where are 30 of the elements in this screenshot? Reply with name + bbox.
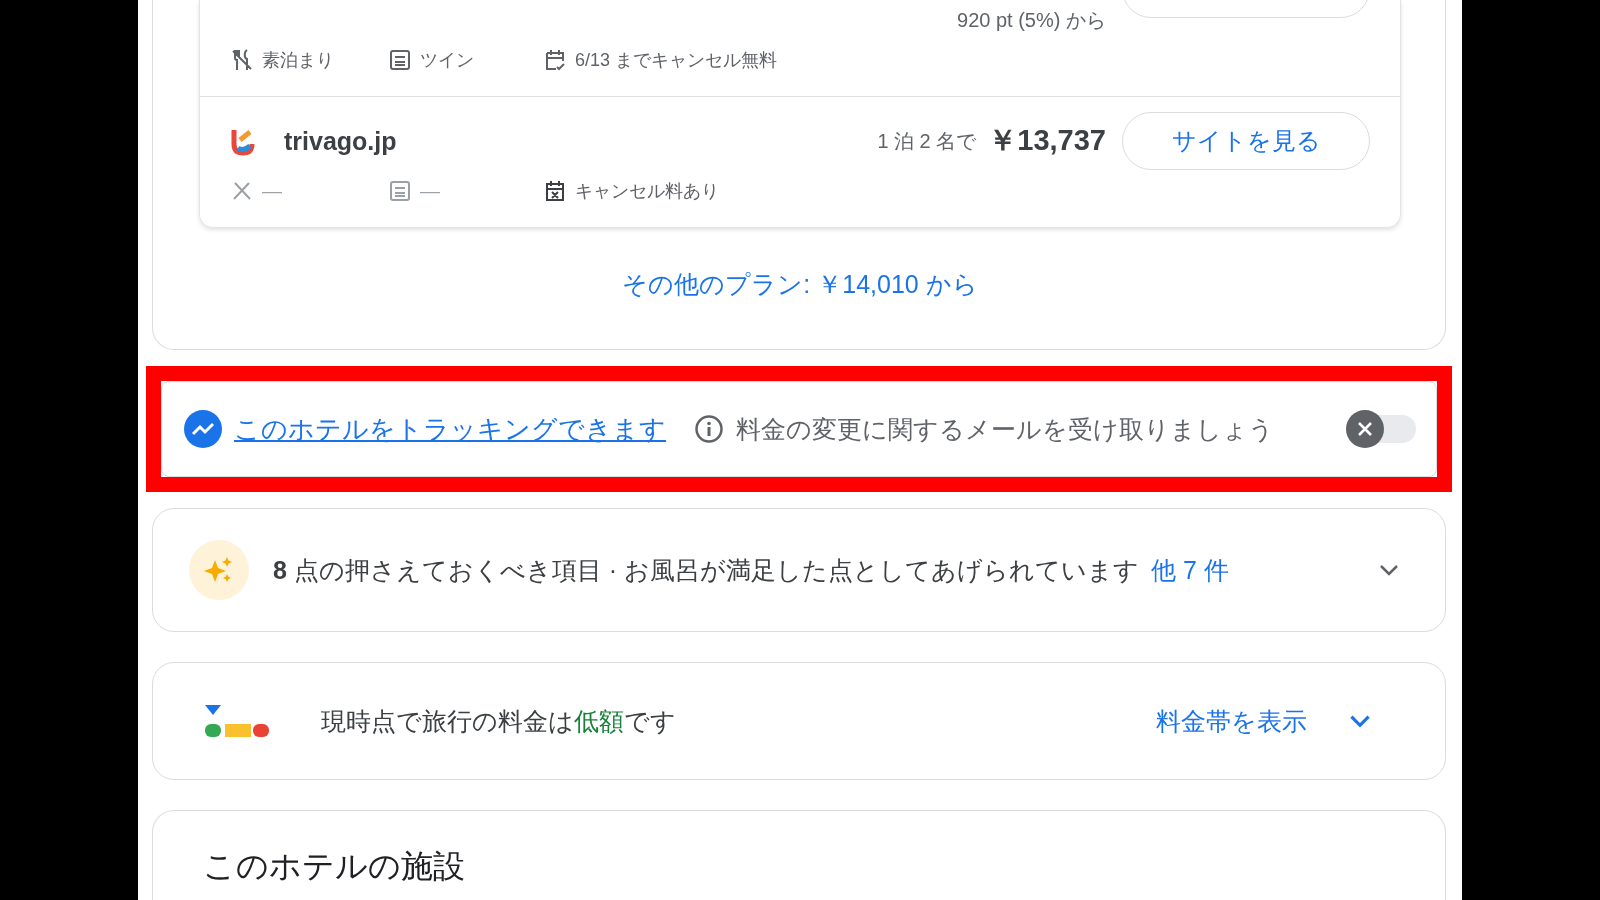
close-icon xyxy=(1356,420,1374,438)
calendar-x-icon xyxy=(543,179,567,203)
points-note: 920 pt (5%) から xyxy=(957,7,1106,33)
no-meal-icon xyxy=(230,48,254,72)
bed-icon xyxy=(388,179,412,203)
price-gauge-icon xyxy=(203,703,271,739)
feature-label: 素泊まり xyxy=(262,49,334,72)
info-icon xyxy=(694,414,724,444)
provider-name: trivago.jp xyxy=(284,126,397,156)
view-site-button[interactable]: サイトを見る xyxy=(1122,112,1370,170)
feature-label: キャンセル料あり xyxy=(575,180,719,203)
bed-icon xyxy=(388,48,412,72)
price: ￥13,737 xyxy=(988,123,1106,158)
feature-label: 6/13 までキャンセル無料 xyxy=(575,49,778,72)
trending-icon xyxy=(184,410,222,448)
more-highlights-link[interactable]: 他 7 件 xyxy=(1151,553,1229,587)
tracking-link[interactable]: このホテルをトラッキングできます xyxy=(234,411,666,447)
more-plans-link[interactable]: その他のプラン: ￥14,010 から xyxy=(622,268,978,301)
highlights-summary: 8 点の押さえておくべき項目 · お風呂が満足した点としてあげられています xyxy=(273,554,1140,586)
price-level-text: 現時点で旅行の料金は低額です xyxy=(321,705,676,737)
feature-label: –– xyxy=(262,180,283,202)
feature-label: –– xyxy=(420,180,441,202)
section-heading: このホテルの施設 xyxy=(203,847,466,886)
price-note: 1 泊 2 名で xyxy=(877,128,977,154)
calendar-check-icon xyxy=(543,48,567,72)
feature-label: ツイン xyxy=(420,49,474,72)
show-price-range-link[interactable]: 料金帯を表示 xyxy=(1156,704,1307,738)
tracking-description: 料金の変更に関するメールを受け取りましょう xyxy=(736,413,1274,445)
tracking-toggle[interactable] xyxy=(1346,410,1416,448)
sparkle-icon xyxy=(189,540,249,600)
